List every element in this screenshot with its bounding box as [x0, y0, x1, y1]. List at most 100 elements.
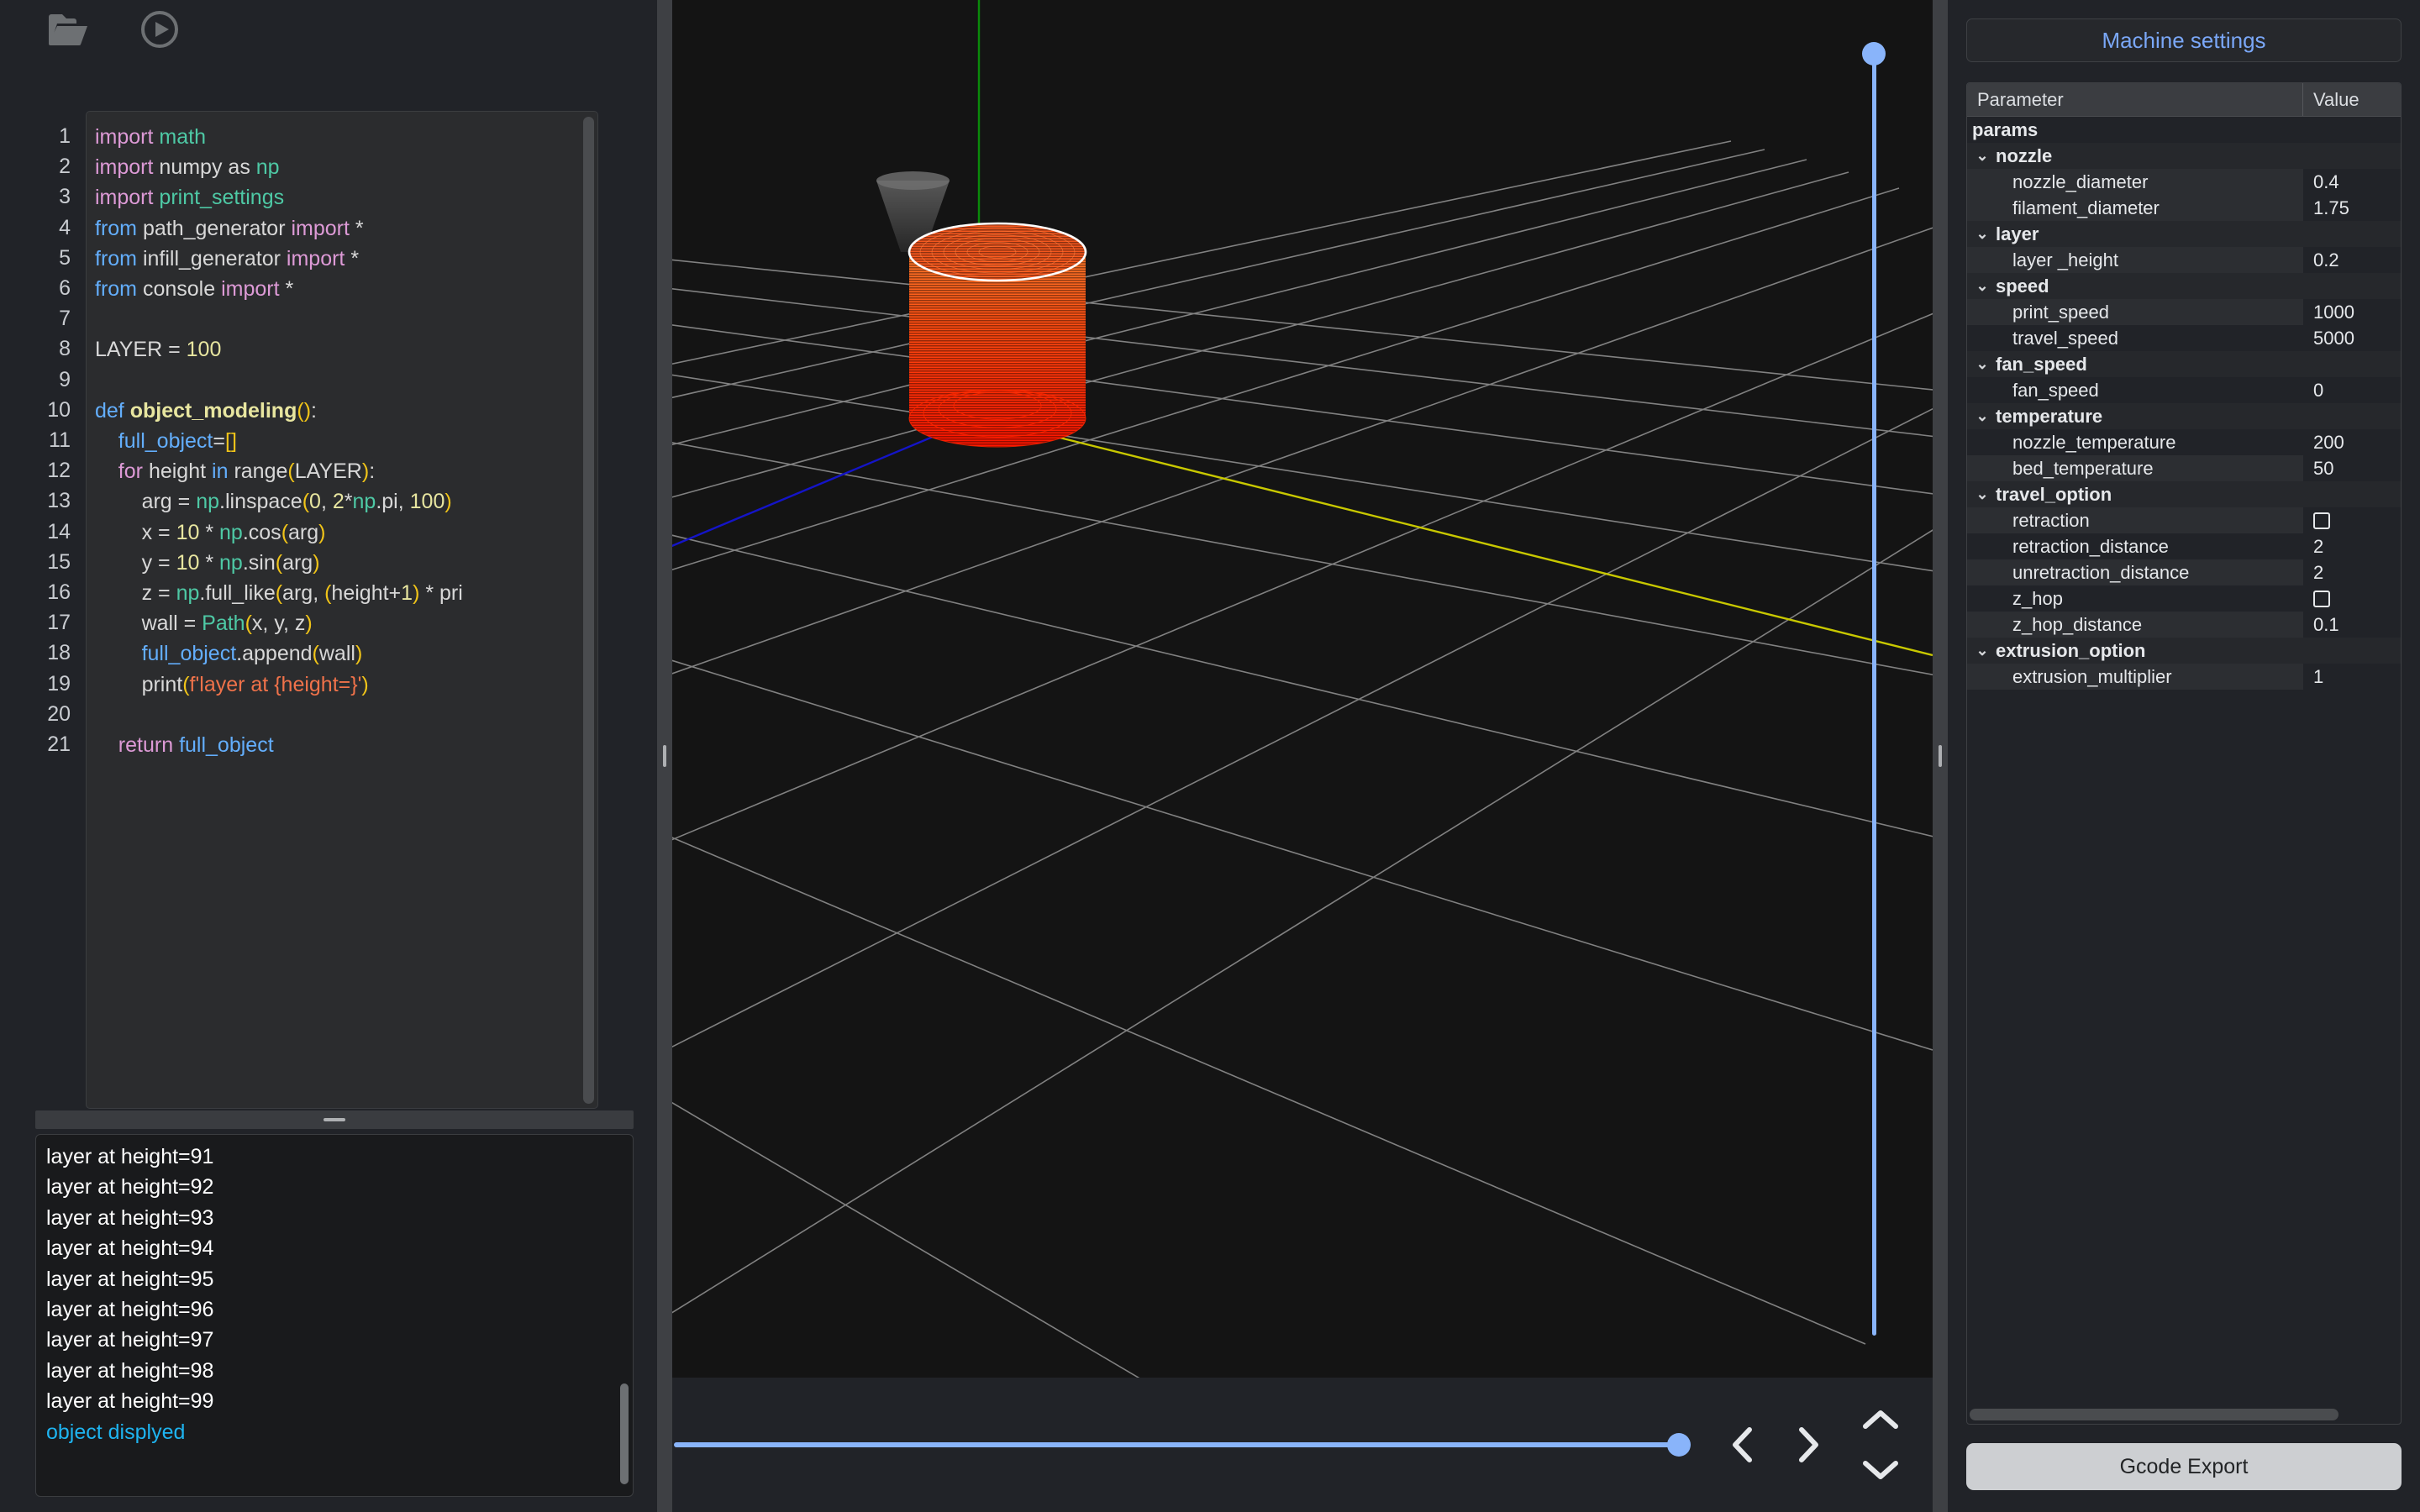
chevron-down-icon[interactable]: ⌄	[1972, 147, 1992, 165]
parameter-value[interactable]: 1.75	[2303, 195, 2401, 221]
parameter-value[interactable]: 2	[2303, 533, 2401, 559]
chevron-up-icon[interactable]	[1854, 1400, 1907, 1439]
parameter-value[interactable]: 0.4	[2303, 169, 2401, 195]
parameter-row[interactable]: unretraction_distance2	[1967, 559, 2401, 585]
line-number: 6	[0, 273, 86, 303]
code-line: arg = np.linspace(0, 2*np.pi, 100)	[95, 486, 597, 517]
code-line: wall = Path(x, y, z)	[95, 608, 597, 638]
slider-thumb[interactable]	[1667, 1433, 1691, 1457]
line-number: 17	[0, 607, 86, 638]
chevron-down-icon[interactable]: ⌄	[1972, 355, 1992, 373]
center-right-splitter[interactable]	[1933, 0, 1948, 1512]
parameter-group-row[interactable]: params	[1967, 117, 2401, 143]
parameter-label: travel_option	[1996, 484, 2112, 506]
code-area[interactable]: import mathimport numpy as npimport prin…	[86, 111, 598, 1109]
parameter-group-row[interactable]: ⌄extrusion_option	[1967, 638, 2401, 664]
parameter-value[interactable]: 1	[2303, 664, 2401, 690]
parameter-group-row[interactable]: ⌄temperature	[1967, 403, 2401, 429]
chevron-down-icon[interactable]: ⌄	[1972, 486, 1992, 503]
slider-track	[674, 1442, 1691, 1447]
slider-thumb[interactable]	[1862, 42, 1886, 66]
parameter-row[interactable]: nozzle_diameter0.4	[1967, 169, 2401, 195]
timeline-slider[interactable]	[674, 1433, 1691, 1457]
parameter-row[interactable]: layer _height 0.2	[1967, 247, 2401, 273]
parameter-value[interactable]	[2303, 481, 2401, 507]
parameter-value[interactable]: 2	[2303, 559, 2401, 585]
chevron-down-icon[interactable]: ⌄	[1972, 407, 1992, 425]
parameter-name: z_hop	[1967, 585, 2303, 612]
code-line: print(f'layer at {height=}')	[95, 669, 597, 700]
chevron-left-icon[interactable]	[1716, 1418, 1770, 1472]
chevron-down-icon[interactable]: ⌄	[1972, 225, 1992, 243]
parameter-name: retraction	[1967, 507, 2303, 533]
code-line: return full_object	[95, 730, 597, 760]
chevron-right-icon[interactable]	[1781, 1418, 1835, 1472]
code-editor[interactable]: 123456789101112131415161718192021 import…	[0, 62, 657, 1110]
parameter-row[interactable]: bed_temperature50	[1967, 455, 2401, 481]
play-circle-icon[interactable]	[141, 11, 178, 52]
console-line: layer at height=95	[46, 1264, 633, 1294]
folder-open-icon[interactable]	[47, 12, 89, 51]
parameter-value[interactable]	[2303, 585, 2401, 612]
parameter-label: z_hop_distance	[2012, 614, 2142, 636]
parameter-label: fan_speed	[2012, 380, 2099, 402]
parameter-value[interactable]: 5000	[2303, 325, 2401, 351]
line-number-gutter: 123456789101112131415161718192021	[0, 111, 86, 1109]
parameter-value[interactable]: 200	[2303, 429, 2401, 455]
parameter-row[interactable]: filament_diameter1.75	[1967, 195, 2401, 221]
parameter-group-row[interactable]: ⌄nozzle	[1967, 143, 2401, 169]
layer-height-slider[interactable]	[1862, 42, 1886, 1336]
parameter-label: layer _height	[2012, 249, 2118, 271]
3d-viewport[interactable]	[672, 0, 1933, 1378]
parameter-value[interactable]: 1000	[2303, 299, 2401, 325]
editor-scrollbar-vertical[interactable]	[583, 117, 594, 1104]
column-header-value: Value	[2303, 83, 2401, 116]
parameter-value[interactable]	[2303, 403, 2401, 429]
console-splitter[interactable]	[35, 1110, 634, 1129]
parameter-value[interactable]	[2303, 221, 2401, 247]
console-scrollbar-vertical[interactable]	[620, 1383, 629, 1484]
parameter-group-row[interactable]: ⌄layer	[1967, 221, 2401, 247]
checkbox-retraction[interactable]	[2313, 512, 2330, 529]
gcode-export-button[interactable]: Gcode Export	[1966, 1443, 2402, 1490]
parameter-row[interactable]: travel_speed5000	[1967, 325, 2401, 351]
console-output[interactable]: layer at height=91layer at height=92laye…	[35, 1134, 634, 1497]
parameter-row[interactable]: fan_speed 0	[1967, 377, 2401, 403]
chevron-down-icon[interactable]: ⌄	[1972, 277, 1992, 295]
parameter-row[interactable]: z_hop	[1967, 585, 2401, 612]
parameter-value[interactable]: 50	[2303, 455, 2401, 481]
parameter-value[interactable]: 0.1	[2303, 612, 2401, 638]
parameter-row[interactable]: extrusion_multiplier1	[1967, 664, 2401, 690]
parameter-row[interactable]: print_speed 1000	[1967, 299, 2401, 325]
parameter-value[interactable]	[2303, 117, 2401, 143]
line-number: 11	[0, 425, 86, 455]
parameter-name: ⌄fan_speed	[1967, 351, 2303, 377]
line-number: 20	[0, 699, 86, 729]
chevron-down-icon[interactable]	[1854, 1451, 1907, 1489]
chevron-down-icon[interactable]: ⌄	[1972, 642, 1992, 659]
parameter-row[interactable]: retraction_distance2	[1967, 533, 2401, 559]
parameter-value[interactable]	[2303, 351, 2401, 377]
parameter-label: extrusion_option	[1996, 640, 2145, 662]
machine-settings-button[interactable]: Machine settings	[1966, 18, 2402, 62]
parameter-label: print_speed	[2012, 302, 2109, 323]
checkbox-z_hop[interactable]	[2313, 591, 2330, 607]
parameter-row[interactable]: nozzle_temperature200	[1967, 429, 2401, 455]
parameter-value[interactable]	[2303, 143, 2401, 169]
parameter-row[interactable]: z_hop_distance 0.1	[1967, 612, 2401, 638]
parameter-name: extrusion_multiplier	[1967, 664, 2303, 690]
parameter-group-row[interactable]: ⌄fan_speed	[1967, 351, 2401, 377]
parameter-value[interactable]	[2303, 638, 2401, 664]
parameter-value[interactable]	[2303, 273, 2401, 299]
parameter-row[interactable]: retraction	[1967, 507, 2401, 533]
parameter-group-row[interactable]: ⌄travel_option	[1967, 481, 2401, 507]
table-scrollbar-horizontal[interactable]	[1970, 1409, 2338, 1420]
code-line	[95, 700, 597, 730]
line-number: 10	[0, 395, 86, 425]
left-center-splitter[interactable]	[657, 0, 672, 1512]
3d-scene	[672, 0, 1933, 1378]
parameter-group-row[interactable]: ⌄speed	[1967, 273, 2401, 299]
parameter-value[interactable]	[2303, 507, 2401, 533]
parameter-value[interactable]: 0.2	[2303, 247, 2401, 273]
parameter-value[interactable]: 0	[2303, 377, 2401, 403]
